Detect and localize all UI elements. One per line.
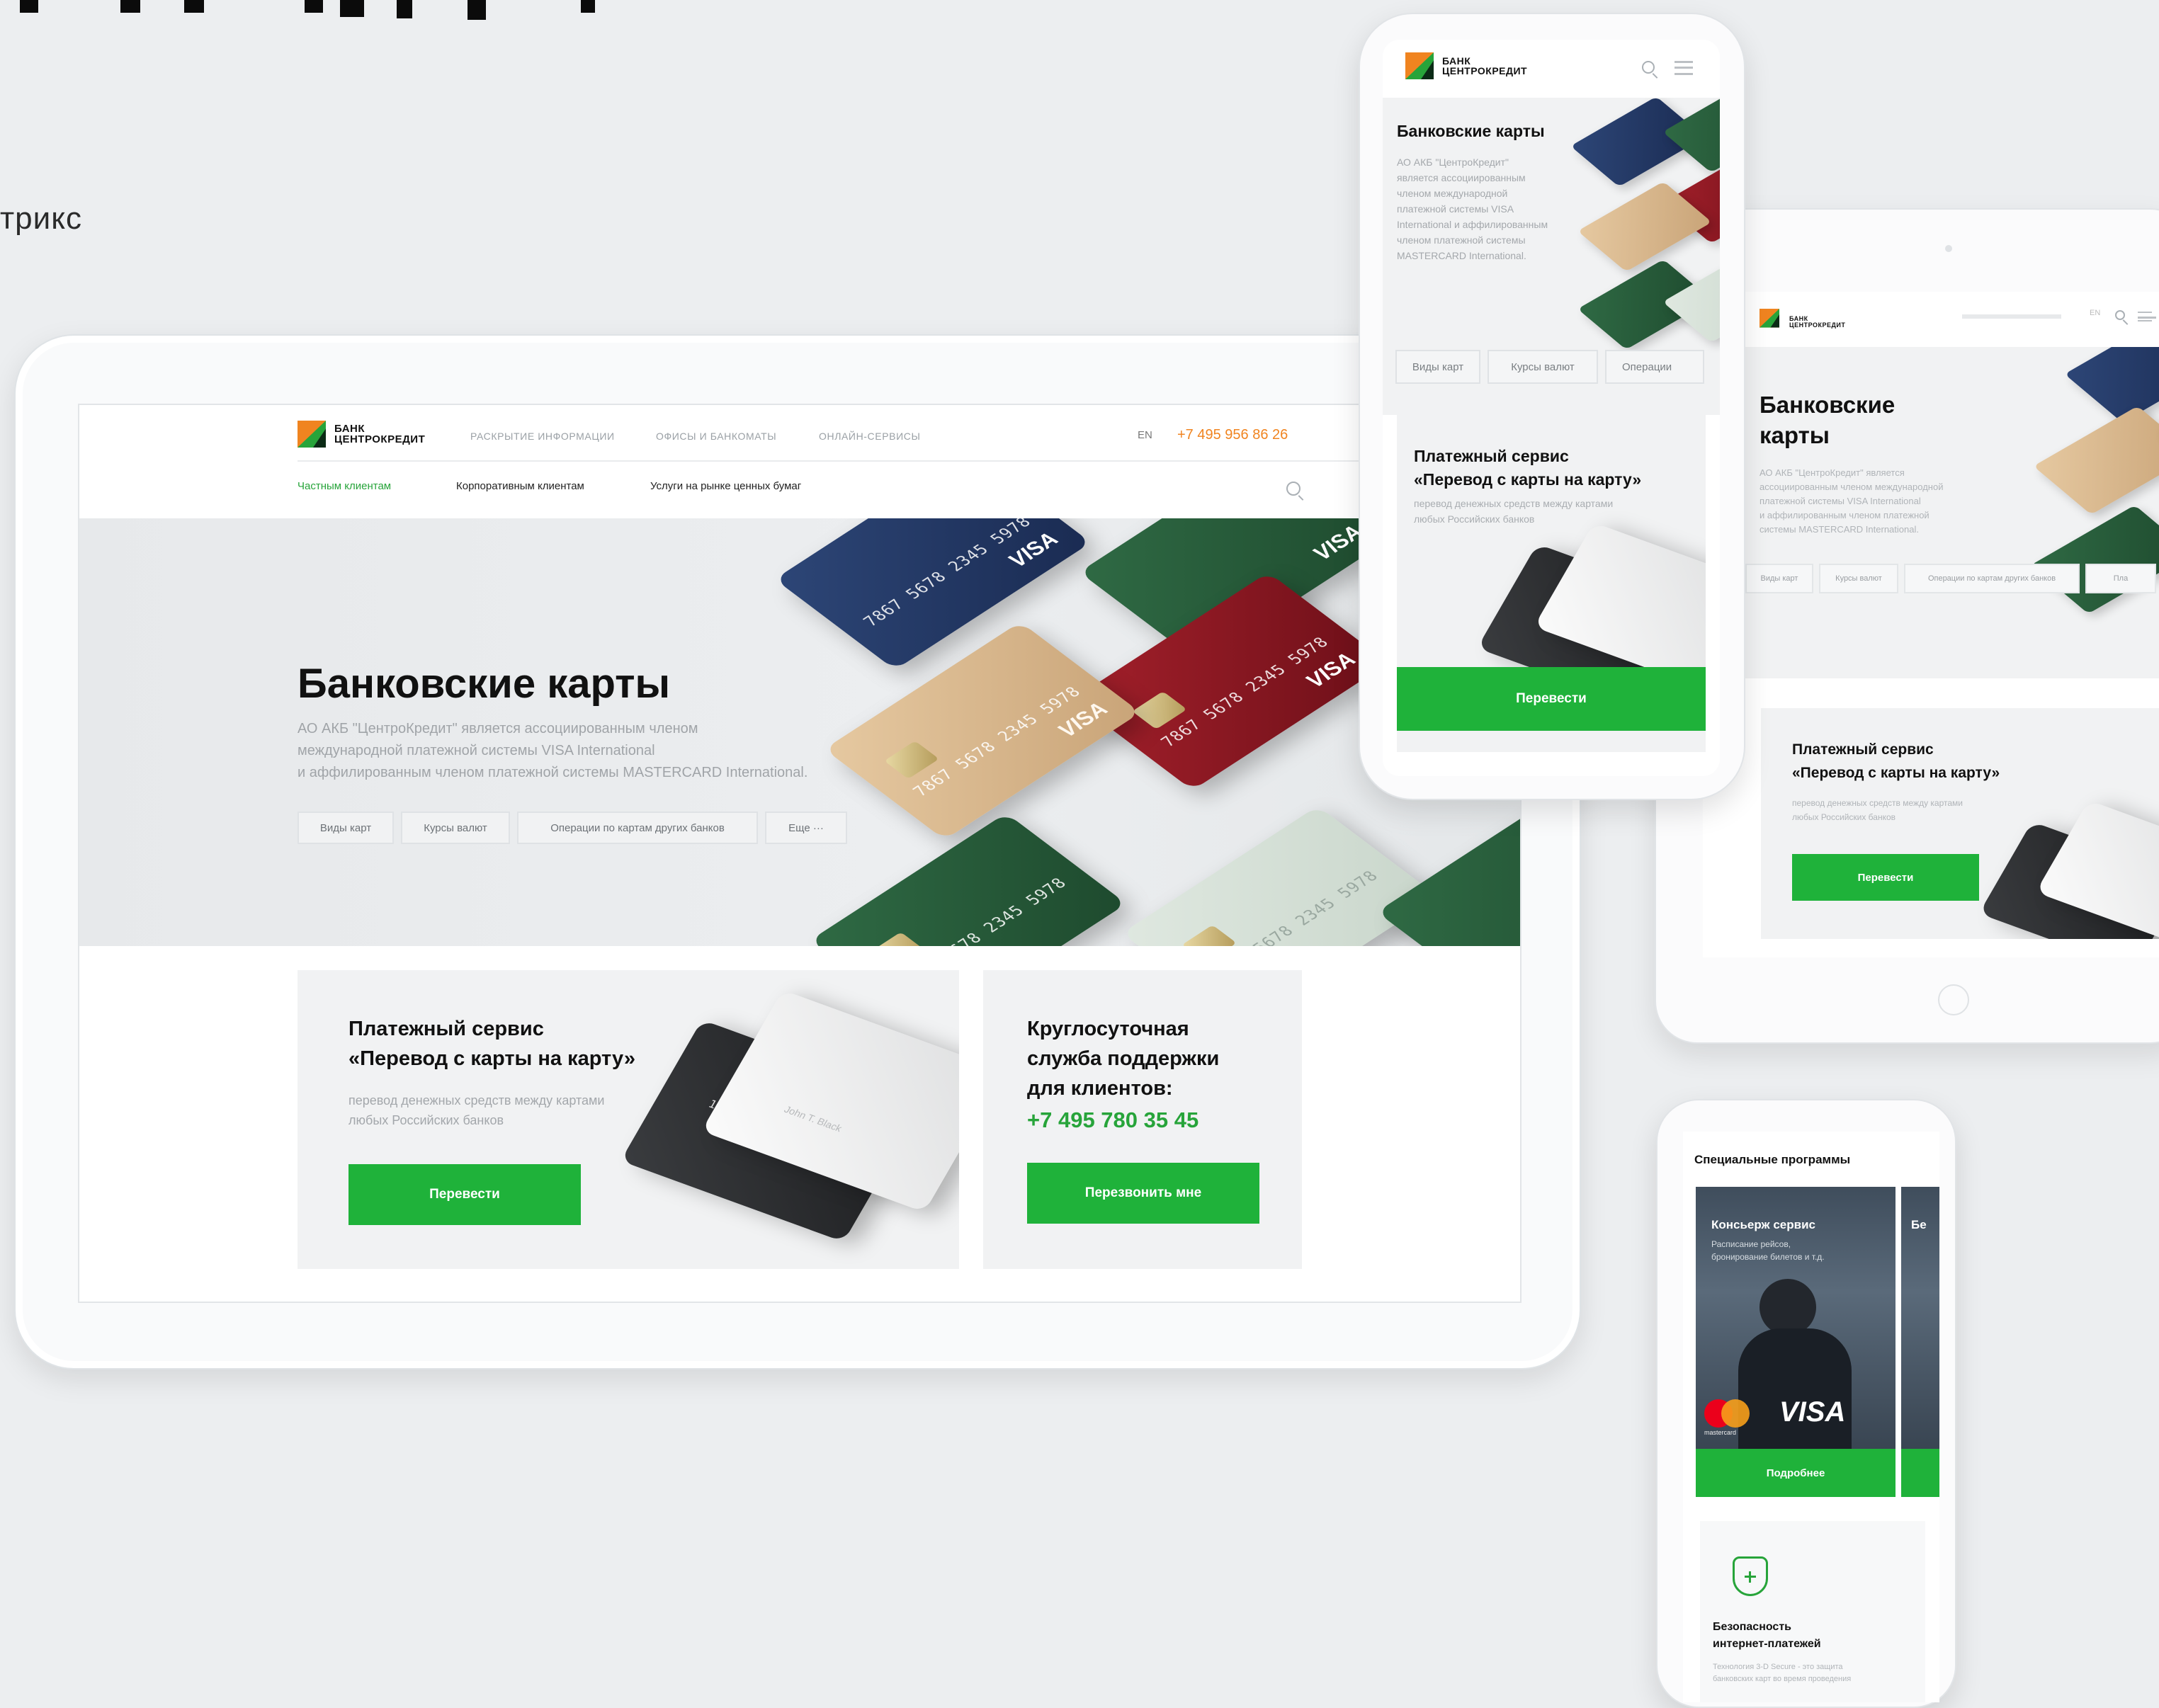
mobile-pill-card-types[interactable]: Виды карт [1395, 350, 1480, 384]
tablet-transfer-title: Платежный сервис «Перевод с карты на карт… [1792, 741, 2000, 781]
security-title: Безопасность интернет-платежей [1713, 1621, 1821, 1650]
hero-description: АО АКБ "ЦентроКредит" является ассоцииро… [298, 721, 808, 780]
cropped-caption: трикс [0, 201, 82, 236]
mobile-transfer-description: перевод денежных средств между картами лю… [1414, 498, 1614, 525]
callback-button[interactable]: Перезвонить мне [1027, 1163, 1259, 1224]
topnav-disclosure[interactable]: РАСКРЫТИЕ ИНФОРМАЦИИ [470, 431, 615, 442]
tablet-camera-icon [1945, 245, 1952, 252]
tablet-pill-more[interactable]: Пла [2085, 564, 2156, 593]
phone-top-screen: БАНК ЦЕНТРОКРЕДИТ Банковские карты АО АКБ… [1383, 40, 1720, 776]
phone-bottom-screen: Специальные программы Консьерж сервис Ра… [1683, 1132, 1939, 1702]
tablet-menu-icon[interactable] [2138, 312, 2156, 321]
tablet-hero-description: АО АКБ "ЦентроКредит" является ассоцииров… [1760, 467, 1944, 535]
tablet-logo-text: БАНК ЦЕНТРОКРЕДИТ [1789, 315, 1846, 329]
mobile-transfer-button[interactable]: Перевести [1397, 667, 1706, 731]
promo-more-button[interactable]: Подробнее [1696, 1449, 1896, 1497]
tablet-search-icon[interactable] [2115, 310, 2125, 320]
mobile-menu-icon[interactable] [1674, 61, 1693, 75]
desktop-screen: БАНК ЦЕНТРОКРЕДИТ РАСКРЫТИЕ ИНФОРМАЦИИ ОФ… [78, 404, 1522, 1303]
mastercard-orange-icon [1721, 1399, 1750, 1428]
mobile-logo-text: БАНК ЦЕНТРОКРЕДИТ [1442, 55, 1528, 76]
mobile-hero: Банковские карты АО АКБ "ЦентроКредит" яв… [1383, 98, 1720, 415]
special-programs-heading: Специальные программы [1694, 1153, 1851, 1166]
support-title: Круглосуточная служба поддержки для клие… [1027, 1018, 1220, 1100]
tablet-topnav-placeholder [1962, 314, 2061, 319]
mobile-logo[interactable]: БАНК ЦЕНТРОКРЕДИТ [1405, 52, 1527, 79]
mobile-hero-title: Банковские карты [1397, 122, 1545, 140]
tablet-logo[interactable]: БАНК ЦЕНТРОКРЕДИТ [1760, 309, 1845, 336]
tablet-transfer-panel: Платежный сервис «Перевод с карты на карт… [1761, 708, 2159, 939]
pill-other-bank-operations[interactable]: Операции по картам других банков [517, 812, 758, 844]
topnav-online[interactable]: ОНЛАЙН-СЕРВИСЫ [819, 431, 920, 442]
tablet-screen: БАНК ЦЕНТРОКРЕДИТ EN Банковские карты АО А… [1703, 292, 2159, 957]
tablet-card-green [2030, 505, 2159, 614]
mobile-logo-mark-icon [1405, 52, 1434, 79]
logo-text: БАНК ЦЕНТРОКРЕДИТ [334, 423, 426, 445]
tablet-home-button [1938, 984, 1969, 1015]
tablet-transfer-description: перевод денежных средств между картами лю… [1792, 798, 1963, 822]
tablet-pill-exchange-rates[interactable]: Курсы валют [1819, 564, 1898, 593]
transfer-description: перевод денежных средств между картами л… [348, 1093, 605, 1127]
mobile-transfer-title: Платежный сервис «Перевод с карты на карт… [1414, 447, 1642, 489]
logo-mark-icon [298, 421, 326, 448]
transfer-button[interactable]: Перевести [348, 1164, 581, 1225]
support-panel: Круглосуточная служба поддержки для клие… [983, 970, 1302, 1269]
language-switch[interactable]: EN [1138, 429, 1152, 441]
mobile-search-icon[interactable] [1642, 61, 1655, 74]
concierge-promo-card[interactable]: Консьерж сервис Расписание рейсов, бронир… [1696, 1187, 1896, 1449]
subnav-private[interactable]: Частным клиентам [298, 480, 391, 492]
tablet-logo-mark-icon [1760, 309, 1779, 328]
pill-more[interactable]: Еще ··· [765, 812, 847, 844]
brand-logo[interactable]: БАНК ЦЕНТРОКРЕДИТ [298, 421, 425, 448]
tablet-language-switch[interactable]: EN [2090, 309, 2100, 317]
transfer-title: Платежный сервис «Перевод с карты на кар… [348, 1018, 635, 1070]
header-phone[interactable]: +7 495 956 86 26 [1177, 427, 1288, 443]
subnav-securities[interactable]: Услуги на рынке ценных бумаг [650, 480, 801, 492]
tablet-transfer-button[interactable]: Перевести [1792, 854, 1979, 901]
visa-logo: VISA [1779, 1396, 1846, 1428]
tablet-hero-title: Банковские карты [1760, 392, 1896, 448]
mastercard-label: mastercard [1704, 1429, 1737, 1436]
visa-card-green-right [1376, 785, 1520, 946]
security-description: Технология 3-D Secure - это защита банков… [1713, 1663, 1852, 1683]
visa-card-red: 7867 5678 2345 5978 VISA [1072, 572, 1389, 790]
visa-card-green: 7867 5678 2345 5978 [810, 813, 1127, 946]
tablet-pill-other-bank-operations[interactable]: Операции по картам других банков [1904, 564, 2080, 593]
shield-icon [1733, 1556, 1768, 1596]
hero-title: Банковские карты [298, 661, 671, 707]
header-divider [298, 460, 1381, 462]
next-promo-title: Бе [1911, 1218, 1927, 1231]
subnav-corporate[interactable]: Корпоративным клиентам [456, 480, 584, 492]
next-promo-card[interactable]: Бе [1901, 1187, 1939, 1449]
promo-title: Консьерж сервис [1711, 1218, 1815, 1231]
pill-exchange-rates[interactable]: Курсы валют [401, 812, 510, 844]
tablet-hero: Банковские карты АО АКБ "ЦентроКредит" яв… [1745, 347, 2159, 678]
support-phone[interactable]: +7 495 780 35 45 [1027, 1108, 1198, 1133]
tablet-card-navy [2064, 347, 2159, 423]
security-card[interactable]: Безопасность интернет-платежей Технология… [1700, 1521, 1925, 1702]
promo-person-head [1760, 1279, 1816, 1336]
pill-card-types[interactable]: Виды карт [298, 812, 394, 844]
transfer-panel: Платежный сервис «Перевод с карты на кар… [298, 970, 959, 1269]
mobile-pill-operations[interactable]: Операции [1605, 350, 1704, 384]
mobile-pill-exchange-rates[interactable]: Курсы валют [1488, 350, 1598, 384]
search-icon[interactable] [1286, 482, 1300, 496]
visa-card-mint: 7867 5678 2345 5978 [1121, 806, 1439, 946]
mobile-hero-description: АО АКБ "ЦентроКредит" является ассоцииров… [1397, 156, 1548, 261]
tablet-pill-card-types[interactable]: Виды карт [1745, 564, 1813, 593]
next-promo-button[interactable] [1901, 1449, 1939, 1497]
topnav-offices[interactable]: ОФИСЫ И БАНКОМАТЫ [656, 431, 776, 442]
promo-description: Расписание рейсов, бронирование билетов и… [1711, 1239, 1825, 1262]
mobile-transfer-panel: Платежный сервис «Перевод с карты на карт… [1397, 404, 1706, 752]
hero-banner: 7867 5678 2345 5978 VISA VISA 7867 5678 2… [79, 518, 1520, 946]
promo-person-body [1738, 1328, 1852, 1449]
tablet-card-gold [2033, 406, 2159, 515]
